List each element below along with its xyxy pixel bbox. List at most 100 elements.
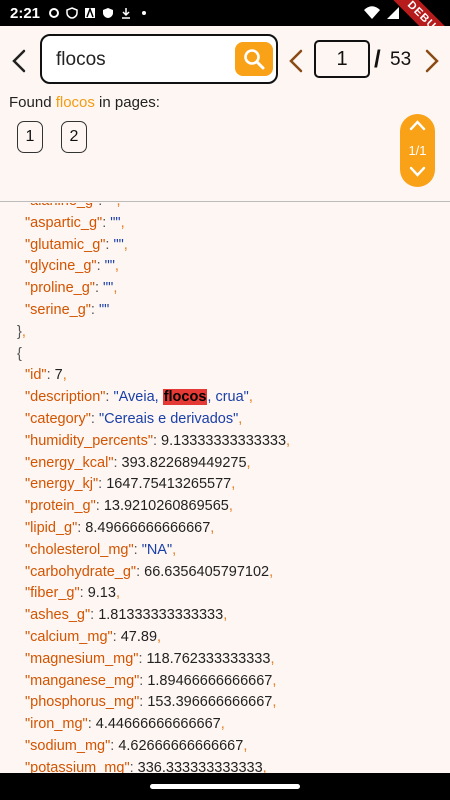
search-input[interactable]: [56, 48, 226, 72]
json-number: 7: [54, 367, 63, 384]
json-line: "glutamic_g": "",: [0, 235, 450, 257]
json-comma: ,: [21, 323, 26, 340]
json-string: "": [106, 203, 116, 209]
json-key: "sodium_mg": [25, 737, 111, 754]
json-line: "proline_g": "",: [0, 278, 450, 300]
json-line: "ashes_g": 1.81333333333333,: [0, 605, 450, 627]
json-colon: :: [90, 607, 99, 624]
json-colon: :: [79, 585, 88, 602]
json-colon: :: [94, 280, 104, 297]
current-page-field[interactable]: 1: [314, 40, 370, 78]
json-string: "": [110, 214, 121, 231]
json-key: "category": [25, 410, 91, 427]
json-line: "glycine_g": "",: [0, 256, 450, 278]
total-pages: 53: [390, 49, 412, 70]
json-line: "id": 7,: [0, 365, 450, 387]
json-line: "serine_g": "": [0, 300, 450, 322]
json-comma: ,: [246, 454, 251, 471]
dot-status-icon: [142, 11, 147, 15]
json-line: "cholesterol_mg": "NA",: [0, 540, 450, 562]
json-string: "NA": [141, 541, 173, 558]
json-colon: :: [113, 454, 122, 471]
previous-page-icon[interactable]: [286, 48, 306, 74]
json-line: "protein_g": 13.9210260869565,: [0, 496, 450, 518]
json-string: "": [98, 301, 110, 318]
json-string: "": [104, 258, 115, 275]
back-arrow-icon[interactable]: [8, 48, 32, 74]
json-line: "potassium_mg": 336.333333333333,: [0, 758, 450, 773]
json-viewer[interactable]: "alanine_g": "","aspartic_g": "","glutam…: [0, 203, 450, 773]
json-number: 393.822689449275: [121, 454, 247, 471]
wifi-icon: [364, 6, 380, 19]
json-colon: :: [90, 410, 99, 427]
json-string: , crua": [207, 389, 249, 406]
json-comma: ,: [243, 737, 248, 754]
json-key: "calcium_mg": [25, 628, 113, 645]
json-number: 1647.75413265577: [106, 476, 232, 493]
json-number: 47.89: [120, 628, 158, 645]
search-button[interactable]: [235, 42, 273, 76]
json-comma: ,: [120, 214, 125, 231]
json-key: "magnesium_mg": [25, 650, 139, 667]
found-suffix: in pages:: [94, 94, 160, 111]
json-line: "sodium_mg": 4.62666666666667,: [0, 736, 450, 758]
json-colon: :: [87, 716, 96, 733]
json-number: 66.6356405797102: [144, 563, 270, 580]
json-string: "": [103, 280, 114, 297]
json-key: "aspartic_g": [25, 214, 103, 231]
json-key: "phosphorus_mg": [25, 694, 140, 711]
json-key: "description": [25, 389, 106, 406]
json-colon: :: [90, 301, 99, 318]
json-line: "manganese_mg": 1.89466666666667,: [0, 671, 450, 693]
search-icon: [244, 49, 265, 70]
json-colon: :: [136, 563, 145, 580]
json-number: 9.13333333333333: [161, 432, 287, 449]
json-content: "alanine_g": "","aspartic_g": "","glutam…: [0, 203, 450, 773]
json-key: "iron_mg": [25, 716, 88, 733]
json-key: "lipid_g": [25, 519, 78, 536]
match-count: 1/1: [408, 143, 427, 158]
json-number: 336.333333333333: [137, 759, 263, 773]
home-gesture-pill[interactable]: [150, 784, 300, 789]
json-line: "energy_kj": 1647.75413265577,: [0, 474, 450, 496]
json-comma: ,: [123, 236, 128, 253]
json-number: 4.62666666666667: [118, 737, 244, 754]
json-key: "proline_g": [25, 280, 95, 297]
json-comma: ,: [115, 585, 120, 602]
found-term: flocos: [55, 94, 95, 111]
json-key: "alanine_g": [25, 203, 98, 209]
json-colon: :: [133, 541, 142, 558]
shield-status-icon: [66, 7, 78, 19]
page-separator: /: [374, 46, 381, 73]
json-key: "protein_g": [25, 498, 96, 515]
json-comma: ,: [286, 432, 291, 449]
previous-match-icon[interactable]: [409, 119, 426, 131]
json-line: "phosphorus_mg": 153.396666666667,: [0, 692, 450, 714]
json-line: "carbohydrate_g": 66.6356405797102,: [0, 562, 450, 584]
json-comma: ,: [223, 607, 228, 624]
next-page-icon[interactable]: [422, 48, 442, 74]
json-comma: ,: [272, 694, 277, 711]
json-line: "alanine_g": "",: [0, 203, 450, 213]
json-line: },: [0, 322, 450, 344]
found-prefix: Found: [9, 94, 56, 111]
json-colon: :: [46, 367, 55, 384]
json-string: "Aveia,: [113, 389, 163, 406]
status-time: 2:21: [10, 4, 41, 22]
json-comma: ,: [117, 203, 121, 209]
json-colon: :: [112, 628, 121, 645]
system-nav-bar: [0, 773, 450, 800]
json-number: 8.49666666666667: [85, 519, 211, 536]
json-line: {: [0, 344, 450, 366]
json-key: "fiber_g": [25, 585, 80, 602]
json-colon: :: [138, 650, 147, 667]
found-page-chip[interactable]: 2: [61, 121, 87, 153]
found-page-chip[interactable]: 1: [17, 121, 43, 153]
search-header: 1 / 53 Found flocos in pages: 1 2 1/1: [0, 26, 450, 202]
match-navigator: 1/1: [400, 114, 435, 187]
json-key: "energy_kcal": [25, 454, 114, 471]
json-key: "cholesterol_mg": [25, 541, 134, 558]
json-key: "humidity_percents": [25, 432, 153, 449]
json-number: 118.762333333333: [146, 650, 271, 667]
next-match-icon[interactable]: [409, 166, 426, 178]
